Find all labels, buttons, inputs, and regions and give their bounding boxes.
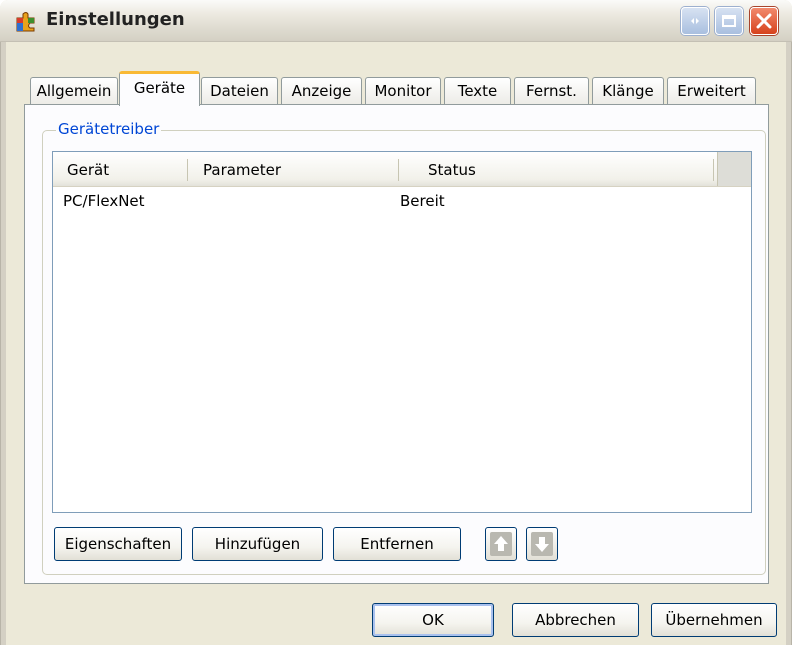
list-header: Gerät Parameter Status: [53, 152, 751, 187]
column-header-status[interactable]: Status: [428, 152, 476, 186]
window-title: Einstellungen: [46, 9, 185, 30]
tab-monitor[interactable]: Monitor: [365, 77, 441, 105]
maximize-button[interactable]: [715, 7, 743, 35]
remove-button[interactable]: Entfernen: [333, 527, 461, 561]
puzzle-icon: [14, 9, 38, 33]
maximize-icon: [722, 15, 736, 27]
tab-fernst[interactable]: Fernst.: [514, 77, 589, 105]
device-list[interactable]: Gerät Parameter Status PC/FlexNet Bereit: [52, 151, 752, 513]
cell-status: Bereit: [400, 192, 445, 210]
column-header-parameter[interactable]: Parameter: [203, 152, 281, 186]
window-border-right: [786, 42, 792, 645]
title-bar[interactable]: Einstellungen: [0, 0, 792, 42]
restore-icon: [691, 18, 699, 24]
group-label: Gerätetreiber: [56, 120, 162, 138]
tab-anzeige[interactable]: Anzeige: [281, 77, 362, 105]
move-up-button[interactable]: [485, 527, 517, 561]
window-border-left: [0, 42, 6, 645]
tab-dateien[interactable]: Dateien: [201, 77, 278, 105]
tab-erweitert[interactable]: Erweitert: [667, 77, 756, 105]
tab-texte[interactable]: Texte: [444, 77, 511, 105]
column-divider[interactable]: [398, 159, 399, 181]
properties-button[interactable]: Eigenschaften: [54, 527, 182, 561]
apply-button[interactable]: Übernehmen: [651, 603, 777, 637]
ok-button[interactable]: OK: [372, 603, 494, 637]
column-divider[interactable]: [187, 159, 188, 181]
close-icon: [756, 13, 772, 29]
table-row[interactable]: PC/FlexNet Bereit: [53, 190, 751, 212]
tab-allgemein[interactable]: Allgemein: [30, 77, 118, 105]
arrow-down-icon: [531, 532, 553, 556]
cancel-button[interactable]: Abbrechen: [512, 603, 639, 637]
column-divider[interactable]: [713, 159, 714, 181]
column-header-geraet[interactable]: Gerät: [67, 152, 109, 186]
tab-geraete[interactable]: Geräte: [119, 71, 200, 106]
close-button[interactable]: [750, 7, 778, 35]
settings-window: Einstellungen Allgemein Geräte Dateien A…: [0, 0, 792, 645]
cell-geraet: PC/FlexNet: [63, 192, 145, 210]
tab-klaenge[interactable]: Klänge: [592, 77, 664, 105]
add-button[interactable]: Hinzufügen: [192, 527, 323, 561]
header-filler: [717, 152, 751, 186]
arrow-up-icon: [490, 532, 512, 556]
restore-button[interactable]: [681, 7, 709, 35]
move-down-button[interactable]: [526, 527, 558, 561]
